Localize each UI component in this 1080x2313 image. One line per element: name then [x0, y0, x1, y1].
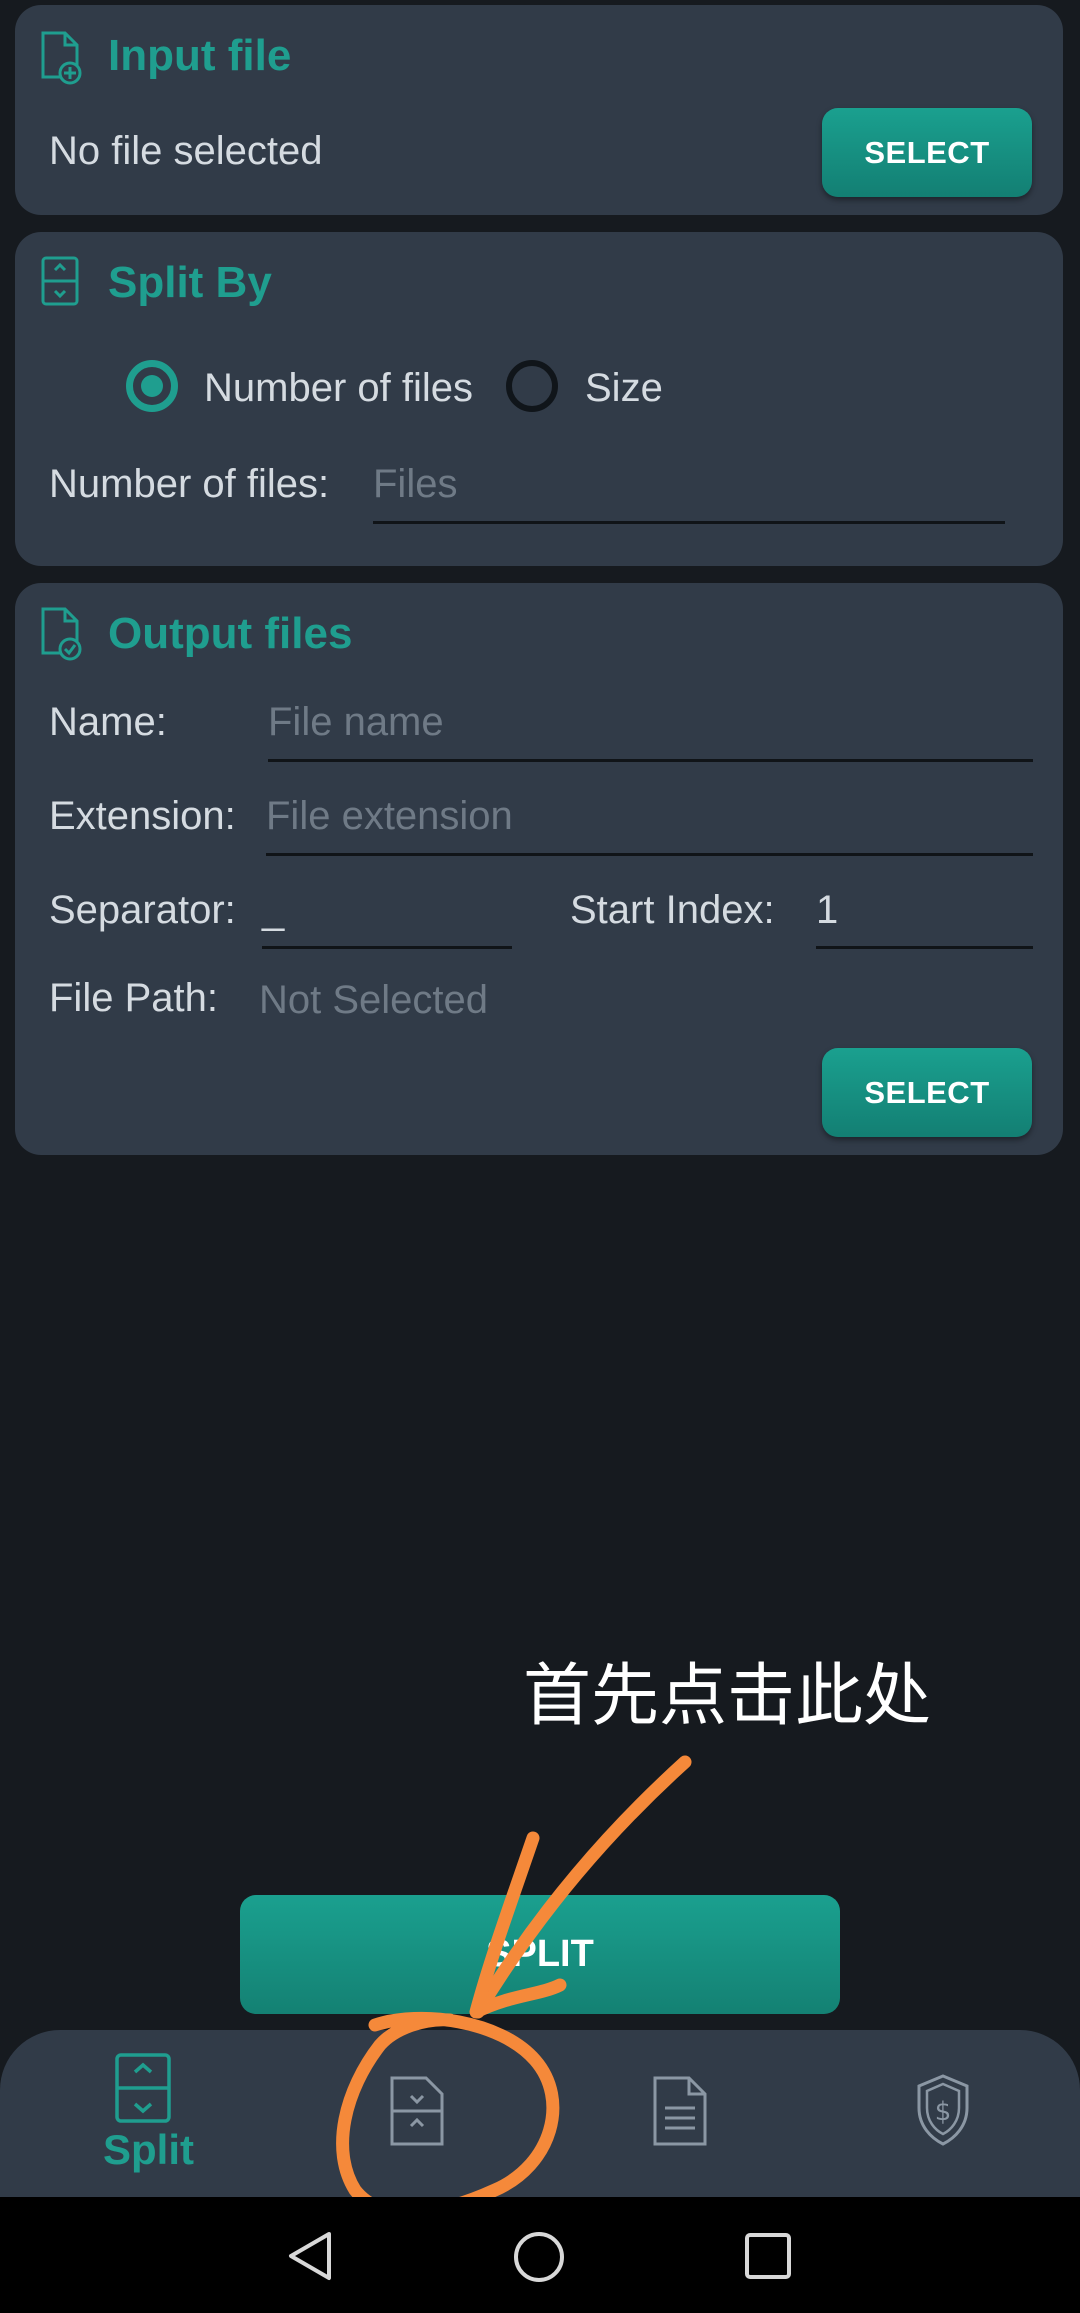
card-title: Output files	[108, 609, 353, 658]
document-icon	[653, 2076, 707, 2146]
select-path-button[interactable]: SELECT	[822, 1048, 1032, 1137]
nav-item-split[interactable]: Split	[10, 2030, 280, 2197]
split-by-card: Split By Number of files Size Number of …	[15, 232, 1063, 566]
merge-file-icon	[390, 2076, 444, 2146]
number-of-files-input[interactable]: Files	[373, 462, 457, 507]
output-files-card: Output files Name: File name Extension: …	[15, 583, 1063, 1155]
extension-label: Extension:	[49, 794, 236, 838]
extension-underline	[266, 853, 1033, 856]
nav-item-documents[interactable]	[548, 2030, 818, 2197]
radio-number-of-files[interactable]	[126, 360, 178, 412]
separator-underline	[262, 946, 512, 949]
radio-dot	[141, 375, 163, 397]
split-file-icon	[41, 256, 79, 306]
home-icon[interactable]	[512, 2230, 566, 2284]
split-file-icon	[115, 2053, 171, 2123]
file-name-input[interactable]: File name	[268, 700, 444, 745]
option-number-of-files-label[interactable]: Number of files	[204, 366, 473, 411]
back-icon[interactable]	[285, 2230, 335, 2282]
split-button[interactable]: SPLIT	[240, 1895, 840, 2014]
start-index-underline	[816, 946, 1033, 949]
file-status-text: No file selected	[49, 129, 323, 173]
number-of-files-label: Number of files:	[49, 462, 330, 506]
input-file-card: Input file No file selected SELECT	[15, 5, 1063, 215]
file-path-label: File Path:	[49, 976, 218, 1020]
file-extension-input[interactable]: File extension	[266, 794, 513, 839]
nav-item-premium[interactable]: $	[810, 2030, 1080, 2197]
number-input-underline	[373, 521, 1005, 524]
system-navigation-bar	[0, 2197, 1080, 2313]
separator-input[interactable]: _	[262, 888, 284, 933]
radio-size[interactable]	[506, 360, 558, 412]
file-path-value: Not Selected	[259, 978, 489, 1022]
card-title: Split By	[108, 258, 272, 307]
option-size-label[interactable]: Size	[585, 366, 663, 411]
name-underline	[268, 759, 1033, 762]
annotation-text: 首先点击此处	[523, 1657, 932, 1736]
start-index-label: Start Index:	[570, 888, 775, 932]
file-check-icon	[41, 607, 82, 661]
recents-icon[interactable]	[744, 2232, 792, 2280]
nav-item-label: Split	[103, 2126, 194, 2173]
separator-label: Separator:	[49, 888, 236, 932]
shield-dollar-icon: $	[917, 2074, 969, 2146]
name-label: Name:	[49, 700, 167, 744]
bottom-navigation: Split $	[0, 2030, 1080, 2197]
select-input-button[interactable]: SELECT	[822, 108, 1032, 197]
card-title: Input file	[108, 31, 292, 80]
svg-text:$: $	[935, 2097, 952, 2127]
start-index-input[interactable]: 1	[816, 888, 838, 933]
add-file-icon	[41, 31, 82, 85]
nav-item-merge[interactable]	[285, 2030, 555, 2197]
